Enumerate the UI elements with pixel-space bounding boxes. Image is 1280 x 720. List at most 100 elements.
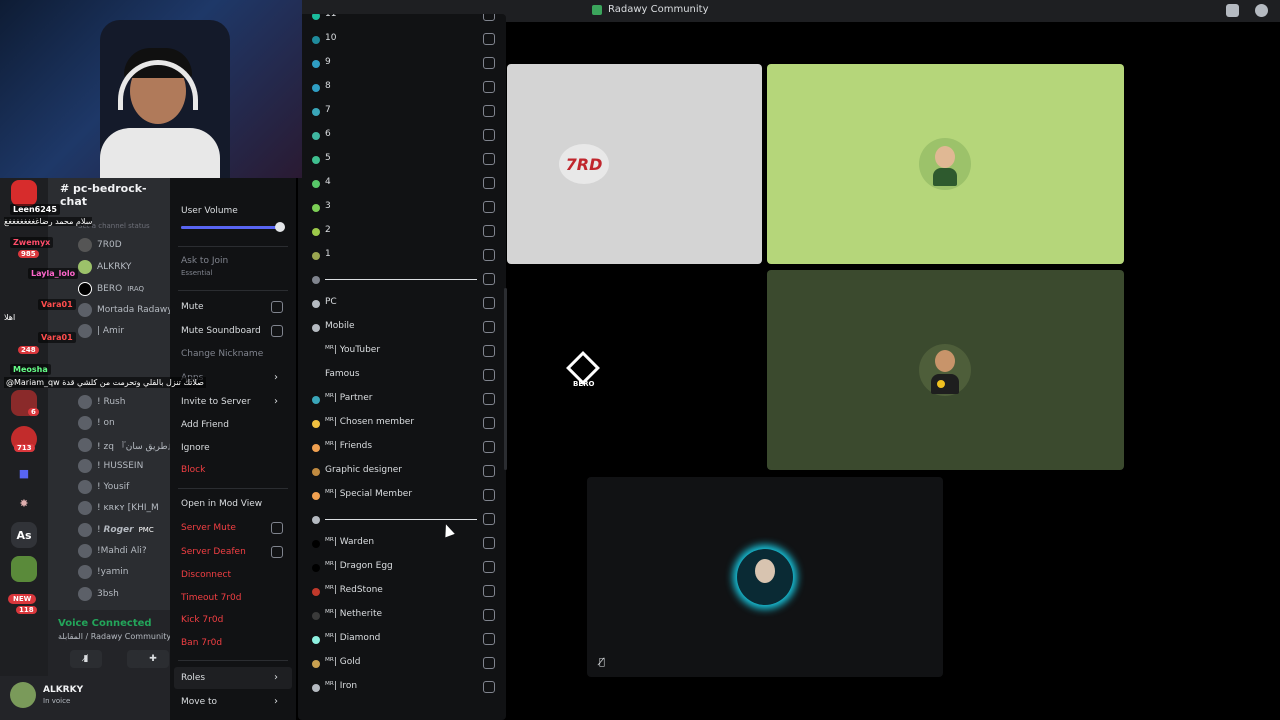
role-item[interactable]: ᴹᴿ| Warden — [298, 532, 506, 556]
role-item[interactable]: 7 — [298, 100, 506, 124]
role-checkbox[interactable] — [483, 633, 495, 645]
menu-change-nickname[interactable]: Change Nickname — [181, 349, 263, 359]
role-checkbox[interactable] — [483, 681, 495, 693]
role-item[interactable]: ᴹᴿ| Netherite — [298, 604, 506, 628]
member-item[interactable]: ! ᴋʀᴋʏ [KHI_M — [78, 499, 159, 517]
menu-server-deafen[interactable]: Server Deafen — [181, 547, 246, 557]
role-checkbox[interactable] — [483, 249, 495, 261]
menu-open-in-mod-view[interactable]: Open in Mod View — [181, 499, 262, 509]
role-checkbox[interactable] — [483, 441, 495, 453]
role-checkbox[interactable] — [483, 369, 495, 381]
server-icon-red[interactable] — [11, 180, 37, 206]
member-item[interactable]: ! Yousif — [78, 478, 129, 496]
role-checkbox[interactable] — [483, 345, 495, 357]
menu-disconnect[interactable]: Disconnect — [181, 570, 231, 580]
role-item[interactable]: 10 — [298, 28, 506, 52]
role-checkbox[interactable] — [483, 465, 495, 477]
camera-off-icon[interactable]: ▮̸ — [70, 650, 102, 668]
role-item[interactable]: ᴹᴿ| Chosen member — [298, 412, 506, 436]
role-item[interactable]: 1 — [298, 244, 506, 268]
menu-ask-to-join[interactable]: Ask to Join — [181, 256, 228, 266]
role-item[interactable]: 5 — [298, 148, 506, 172]
member-item[interactable]: !yamin — [78, 563, 128, 581]
role-checkbox[interactable] — [483, 393, 495, 405]
role-checkbox[interactable] — [483, 273, 495, 285]
role-item[interactable]: ᴹᴿ| Dragon Egg — [298, 556, 506, 580]
help-icon[interactable] — [1255, 4, 1268, 17]
role-item[interactable]: ᴹᴿ| Diamond — [298, 628, 506, 652]
channel-header[interactable]: # pc-bedrock-chat — [60, 182, 170, 208]
server-deafen-checkbox[interactable] — [271, 546, 283, 558]
role-item[interactable]: 6 — [298, 124, 506, 148]
role-item[interactable]: Graphic designer — [298, 460, 506, 484]
volume-slider[interactable] — [181, 222, 285, 232]
mute-soundboard-checkbox[interactable] — [271, 325, 283, 337]
folder-icon[interactable]: ■ — [11, 460, 37, 486]
role-checkbox[interactable] — [483, 153, 495, 165]
menu-add-friend[interactable]: Add Friend — [181, 420, 229, 430]
member-item[interactable]: 7R0D — [78, 236, 122, 254]
role-item[interactable]: 4 — [298, 172, 506, 196]
role-item[interactable]: ᴹᴿ| RedStone — [298, 580, 506, 604]
menu-invite-to-server[interactable]: Invite to Server — [181, 397, 251, 407]
role-item[interactable]: ᴹᴿ| Special Member — [298, 484, 506, 508]
video-tile-user-2[interactable] — [767, 64, 1124, 264]
role-item[interactable]: 9 — [298, 52, 506, 76]
member-item[interactable]: ! 𝙍𝙤𝙜𝙚𝙧 PMC — [78, 521, 154, 539]
role-separator[interactable] — [298, 508, 506, 532]
member-item[interactable]: ! zq 『طريق سان』 — [78, 436, 170, 454]
mute-checkbox[interactable] — [271, 301, 283, 313]
menu-roles[interactable]: Roles — [181, 673, 205, 683]
role-separator[interactable] — [298, 268, 506, 292]
role-item[interactable]: 2 — [298, 220, 506, 244]
role-item[interactable]: Mobile — [298, 316, 506, 340]
member-item[interactable]: ! HUSSEIN — [78, 457, 143, 475]
role-item[interactable]: ᴹᴿ| Gold — [298, 652, 506, 676]
member-item[interactable]: Mortada Radawy — [78, 301, 170, 319]
role-checkbox[interactable] — [483, 177, 495, 189]
voice-location[interactable]: المقابلة / Radawy Community — [58, 632, 171, 641]
server-mute-checkbox[interactable] — [271, 522, 283, 534]
role-item[interactable]: 11 — [298, 14, 506, 28]
menu-mute[interactable]: Mute — [181, 302, 204, 312]
role-checkbox[interactable] — [483, 561, 495, 573]
role-item[interactable]: ᴹᴿ| YouTuber — [298, 340, 506, 364]
server-icon-as[interactable]: As — [11, 522, 37, 548]
role-item[interactable]: ᴹᴿ| Partner — [298, 388, 506, 412]
role-checkbox[interactable] — [483, 33, 495, 45]
member-item[interactable]: BERO IRAQ — [78, 280, 144, 298]
menu-mute-soundboard[interactable]: Mute Soundboard — [181, 326, 261, 336]
role-checkbox[interactable] — [483, 321, 495, 333]
role-checkbox[interactable] — [483, 657, 495, 669]
role-checkbox[interactable] — [483, 129, 495, 141]
role-item[interactable]: 3 — [298, 196, 506, 220]
role-checkbox[interactable] — [483, 81, 495, 93]
member-item[interactable]: !Mahdi Ali? — [78, 542, 147, 560]
role-checkbox[interactable] — [483, 585, 495, 597]
video-tile-bero[interactable]: BERO — [507, 270, 762, 470]
role-checkbox[interactable] — [483, 225, 495, 237]
role-item[interactable]: 8 — [298, 76, 506, 100]
inbox-icon[interactable] — [1226, 4, 1239, 17]
server-icon-minecraft[interactable] — [11, 556, 37, 582]
menu-ignore[interactable]: Ignore — [181, 443, 210, 453]
gamepad-icon[interactable]: ✚ — [137, 650, 169, 668]
member-item[interactable]: ALKRKY — [78, 258, 131, 276]
menu-timeout[interactable]: Timeout 7r0d — [181, 593, 242, 603]
role-checkbox[interactable] — [483, 105, 495, 117]
member-item[interactable]: ! Rush — [78, 393, 125, 411]
role-checkbox[interactable] — [483, 297, 495, 309]
menu-move-to[interactable]: Move to — [181, 697, 217, 707]
role-item[interactable]: ᴹᴿ| Friends — [298, 436, 506, 460]
server-icon[interactable]: ✸ — [11, 490, 37, 516]
role-checkbox[interactable] — [483, 417, 495, 429]
role-checkbox[interactable] — [483, 57, 495, 69]
volume-knob[interactable] — [275, 222, 285, 232]
menu-block[interactable]: Block — [181, 465, 205, 475]
role-checkbox[interactable] — [483, 201, 495, 213]
menu-kick[interactable]: Kick 7r0d — [181, 615, 223, 625]
video-tile-user-4[interactable] — [767, 270, 1124, 470]
role-item[interactable]: ᴹᴿ| Iron — [298, 676, 506, 700]
role-item[interactable]: PC — [298, 292, 506, 316]
role-checkbox[interactable] — [483, 489, 495, 501]
